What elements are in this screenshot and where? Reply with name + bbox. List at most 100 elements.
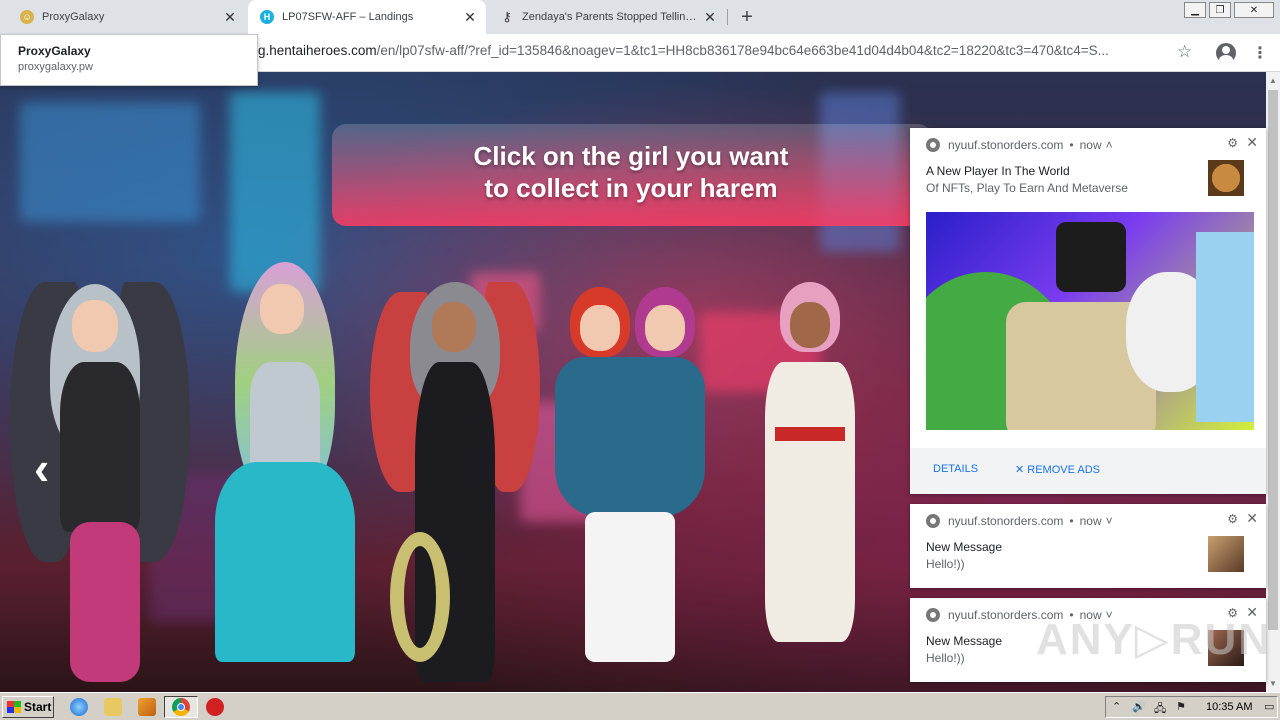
close-icon[interactable]: ✕ (700, 7, 720, 27)
details-button[interactable]: DETAILS (933, 463, 978, 475)
notification-header: nyuuf.stonorders.com • now ˄ (926, 138, 1113, 152)
url-path: /en/lp07sfw-aff/?ref_id=135846&noagev=1&… (376, 43, 1109, 58)
separator-dot: • (1069, 138, 1074, 152)
chrome-icon (926, 514, 940, 528)
avatar-thumbnail (1208, 536, 1244, 572)
start-label: Start (24, 700, 52, 714)
close-icon[interactable]: ✕ (1246, 510, 1258, 527)
close-icon: ✕ (1015, 464, 1028, 476)
notification-title: New Message (926, 540, 1003, 554)
skirt (215, 462, 355, 662)
folder-icon[interactable] (104, 698, 122, 716)
previous-arrow-icon[interactable]: ‹ (34, 445, 49, 491)
notification-message-1[interactable]: nyuuf.stonorders.com • now ˅ ⚙ ✕ New Mes… (910, 504, 1266, 588)
body (60, 362, 140, 532)
face (72, 300, 118, 352)
headline-line-2: to collect in your harem (484, 173, 778, 203)
tab-proxygalaxy[interactable]: ☺ ProxyGalaxy ✕ (8, 0, 246, 34)
tab-title: LP07SFW-AFF – Landings (282, 11, 414, 23)
background-light (20, 102, 200, 222)
notification-site: nyuuf.stonorders.com (948, 138, 1064, 152)
remove-ads-button[interactable]: ✕ REMOVE ADS (1015, 463, 1100, 476)
minimize-button[interactable]: ▁ (1184, 2, 1206, 18)
key-icon: ⚷ (502, 9, 512, 24)
internet-explorer-icon[interactable] (70, 698, 88, 716)
scroll-up-arrow-icon[interactable]: ▲ (1269, 76, 1277, 85)
gear-icon[interactable]: ⚙ (1227, 512, 1238, 526)
media-player-icon[interactable] (138, 698, 156, 716)
gear-icon[interactable]: ⚙ (1227, 136, 1238, 150)
notification-title: A New Player In The World (926, 164, 1070, 178)
notification-time: now (1079, 138, 1102, 152)
bookmark-star-icon[interactable]: ☆ (1177, 42, 1192, 62)
chevron-up-icon[interactable]: ˄ (1106, 138, 1113, 152)
notification-image (926, 212, 1254, 430)
headline: Click on the girl you want to collect in… (440, 140, 822, 204)
bitcoin-thumbnail-icon (1208, 160, 1244, 196)
legs (70, 522, 140, 682)
network-icon[interactable]: 🖧 (1154, 700, 1166, 719)
face (432, 302, 476, 352)
chrome-icon-center (177, 703, 185, 711)
new-tab-button[interactable]: + (736, 6, 758, 28)
action-center-flag-icon[interactable]: ⚑ (1176, 700, 1186, 713)
profile-avatar-icon[interactable] (1216, 43, 1236, 63)
notification-title: New Message (926, 634, 1003, 648)
kebab-menu-icon[interactable]: ⋮ (1252, 43, 1268, 63)
image-shape (1056, 222, 1126, 292)
face (580, 305, 620, 351)
notification-body: Of NFTs, Play To Earn And Metaverse (926, 181, 1128, 195)
stop-icon[interactable] (206, 698, 224, 716)
tab-strip: ☺ ProxyGalaxy ✕ H LP07SFW-AFF – Landings… (0, 0, 1280, 34)
dress (555, 357, 705, 517)
chrome-taskbar-button[interactable] (164, 696, 198, 718)
character-maid-twins[interactable] (555, 287, 705, 687)
scroll-thumb[interactable] (1268, 90, 1278, 630)
address-bar[interactable]: g.hentaiheroes.com/en/lp07sfw-aff/?ref_i… (258, 43, 1158, 63)
chevron-down-icon[interactable]: ˅ (1106, 514, 1113, 528)
notification-site: nyuuf.stonorders.com (948, 514, 1064, 528)
notification-nft[interactable]: nyuuf.stonorders.com • now ˄ ⚙ ✕ A New P… (910, 128, 1266, 494)
taskbar-clock[interactable]: 10:35 AM (1206, 701, 1252, 713)
image-shape (1196, 232, 1254, 422)
restore-button[interactable]: ❐ (1209, 2, 1231, 18)
tail (390, 532, 450, 662)
monitor-icon[interactable]: ▭ (1264, 700, 1274, 713)
face (645, 305, 685, 351)
notification-header: nyuuf.stonorders.com • now ˅ (926, 514, 1113, 528)
notification-time: now (1079, 514, 1102, 528)
sash (775, 427, 845, 441)
windows-taskbar: Start ⌃ 🔊 🖧 ⚑ ▭ 10:35 AM (0, 692, 1280, 720)
tab-landings[interactable]: H LP07SFW-AFF – Landings ✕ (248, 0, 486, 34)
volume-icon[interactable]: 🔊 (1132, 700, 1146, 713)
tray-expand-icon[interactable]: ⌃ (1112, 700, 1121, 713)
tooltip-subtitle: proxygalaxy.pw (18, 61, 93, 73)
separator-dot: • (1069, 514, 1074, 528)
character-unicorn[interactable] (205, 262, 365, 692)
chrome-icon (926, 138, 940, 152)
character-catgirl[interactable] (750, 282, 860, 692)
notification-body: Hello!)) (926, 651, 965, 665)
remove-ads-label: REMOVE ADS (1027, 464, 1101, 476)
close-icon[interactable]: ✕ (220, 7, 240, 27)
page-scrollbar[interactable]: ▲ ▼ (1266, 72, 1280, 692)
close-icon[interactable]: ✕ (1246, 134, 1258, 151)
scroll-down-arrow-icon[interactable]: ▼ (1269, 679, 1277, 688)
tab-zendaya[interactable]: ⚷ Zendaya's Parents Stopped Telling H ✕ (488, 0, 726, 34)
dress (765, 362, 855, 642)
proxygalaxy-favicon-icon: ☺ (20, 10, 34, 24)
headline-line-1: Click on the girl you want (473, 141, 789, 171)
face (260, 284, 304, 334)
start-button[interactable]: Start (2, 696, 54, 718)
landings-favicon-icon: H (260, 10, 274, 24)
character-dragon[interactable] (370, 272, 540, 692)
face (790, 302, 830, 348)
close-window-button[interactable]: ✕ (1234, 2, 1274, 18)
tab-hover-tooltip: ProxyGalaxy proxygalaxy.pw (0, 34, 258, 86)
close-icon[interactable]: ✕ (460, 7, 480, 27)
body (250, 362, 320, 472)
chrome-icon (926, 608, 940, 622)
anyrun-watermark: ANY▷RUN (1036, 615, 1273, 664)
stockings (585, 512, 675, 662)
url-host: g.hentaiheroes.com (258, 43, 377, 58)
